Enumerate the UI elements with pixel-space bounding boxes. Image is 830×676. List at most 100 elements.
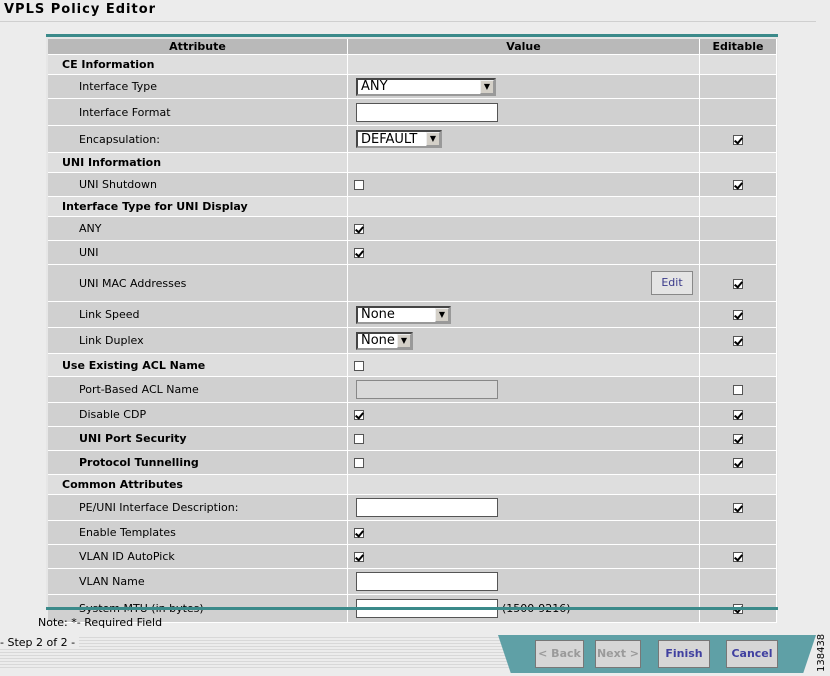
- column-header-value: Value: [347, 39, 700, 55]
- editable-checkbox[interactable]: [733, 278, 743, 289]
- attribute-table: Attribute Value Editable CE Information I…: [48, 39, 777, 623]
- value-checkbox[interactable]: [354, 360, 364, 371]
- table-row: Link Speed None ▼: [48, 301, 777, 328]
- table-row: Encapsulation: DEFAULT ▼: [48, 125, 777, 153]
- panel-bottom-border: [46, 607, 778, 610]
- attribute-label: Port-Based ACL Name: [48, 376, 348, 403]
- editable-cell: [699, 327, 777, 354]
- value-cell: [347, 196, 700, 217]
- table-row: Protocol Tunnelling: [48, 450, 777, 475]
- section-row: UNI Information: [48, 152, 777, 173]
- title-divider: [0, 21, 816, 22]
- editable-checkbox[interactable]: [733, 336, 743, 346]
- value-cell: [347, 216, 700, 241]
- value-cell: [347, 152, 700, 173]
- select-value: None: [361, 307, 395, 322]
- attribute-label: Enable Templates: [48, 520, 348, 545]
- value-cell: None ▼: [347, 301, 700, 328]
- attribute-label: ANY: [48, 216, 348, 241]
- value-checkbox[interactable]: [354, 528, 364, 538]
- chevron-down-icon[interactable]: ▼: [426, 132, 440, 146]
- editable-cell: [699, 353, 777, 377]
- back-button[interactable]: < Back: [535, 640, 584, 668]
- step-indicator: - Step 2 of 2 -: [0, 636, 80, 649]
- section-row: Common Attributes: [48, 474, 777, 495]
- value-select[interactable]: ANY ▼: [356, 77, 496, 96]
- chevron-down-icon[interactable]: ▼: [435, 307, 449, 322]
- section-row: Interface Type for UNI Display: [48, 196, 777, 217]
- attribute-label: VLAN ID AutoPick: [48, 544, 348, 569]
- editable-checkbox[interactable]: [733, 310, 743, 320]
- editable-cell: [699, 544, 777, 569]
- editable-checkbox[interactable]: [733, 385, 743, 395]
- value-cell: [347, 240, 700, 265]
- editable-cell: [699, 172, 777, 197]
- table-row: UNI Port Security: [48, 426, 777, 451]
- value-text-field[interactable]: [356, 572, 498, 591]
- editable-cell: [699, 125, 777, 153]
- value-checkbox[interactable]: [354, 458, 364, 468]
- chevron-down-icon[interactable]: ▼: [480, 79, 494, 94]
- value-checkbox[interactable]: [354, 552, 364, 562]
- value-cell: [347, 494, 700, 521]
- table-row: Link Duplex None ▼: [48, 327, 777, 354]
- editable-checkbox[interactable]: [733, 552, 743, 562]
- attribute-label: UNI Shutdown: [48, 172, 348, 197]
- value-checkbox[interactable]: [354, 248, 364, 258]
- value-checkbox[interactable]: [354, 224, 364, 234]
- table-row: Interface Format: [48, 98, 777, 126]
- attribute-label: Protocol Tunnelling: [48, 450, 348, 475]
- value-checkbox[interactable]: [354, 434, 364, 444]
- editable-cell: [699, 426, 777, 451]
- edit-mac-button[interactable]: Edit: [651, 271, 693, 295]
- section-row: Use Existing ACL Name: [48, 353, 777, 377]
- attribute-label: CE Information: [48, 54, 348, 75]
- value-select[interactable]: DEFAULT ▼: [356, 130, 442, 148]
- editable-checkbox[interactable]: [733, 134, 743, 145]
- value-cell: [347, 544, 700, 569]
- value-checkbox[interactable]: [354, 180, 364, 190]
- window-title: VPLS Policy Editor: [4, 2, 157, 17]
- section-row: CE Information: [48, 54, 777, 75]
- value-text-field[interactable]: [356, 102, 498, 122]
- panel-top-border: [46, 34, 778, 37]
- value-cell: [347, 426, 700, 451]
- editable-checkbox[interactable]: [733, 434, 743, 444]
- value-cell: [347, 54, 700, 75]
- attribute-label: Interface Format: [48, 98, 348, 126]
- policy-editor-panel: Attribute Value Editable CE Information I…: [46, 34, 778, 623]
- editable-cell: [699, 196, 777, 217]
- value-cell: None ▼: [347, 327, 700, 354]
- value-cell: [347, 98, 700, 126]
- editable-checkbox[interactable]: [733, 180, 743, 190]
- select-value: DEFAULT: [361, 131, 418, 147]
- value-checkbox[interactable]: [354, 410, 364, 420]
- editable-cell: [699, 54, 777, 75]
- table-row: UNI MAC Addresses Edit: [48, 264, 777, 302]
- next-button[interactable]: Next >: [595, 640, 641, 668]
- value-text-field-disabled: [356, 380, 498, 399]
- editable-cell: [699, 376, 777, 403]
- column-header-attribute: Attribute: [48, 39, 348, 55]
- attribute-label: UNI Information: [48, 152, 348, 173]
- table-row: Disable CDP: [48, 402, 777, 427]
- value-text-field[interactable]: [356, 498, 498, 517]
- table-row: Interface Type ANY ▼: [48, 74, 777, 99]
- value-cell: ANY ▼: [347, 74, 700, 99]
- value-cell: [347, 520, 700, 545]
- editable-cell: [699, 74, 777, 99]
- attribute-label: Use Existing ACL Name: [48, 353, 348, 377]
- attribute-label: Disable CDP: [48, 402, 348, 427]
- finish-button[interactable]: Finish: [658, 640, 710, 668]
- editable-checkbox[interactable]: [733, 458, 743, 468]
- value-select[interactable]: None ▼: [356, 305, 451, 324]
- chevron-down-icon[interactable]: ▼: [397, 333, 411, 348]
- editable-checkbox[interactable]: [733, 503, 743, 513]
- value-select[interactable]: None ▼: [356, 331, 413, 350]
- cancel-button[interactable]: Cancel: [726, 640, 778, 668]
- attribute-label: Encapsulation:: [48, 125, 348, 153]
- value-cell: [347, 568, 700, 595]
- editable-checkbox[interactable]: [733, 410, 743, 420]
- value-cell: [347, 376, 700, 403]
- table-row: VLAN Name: [48, 568, 777, 595]
